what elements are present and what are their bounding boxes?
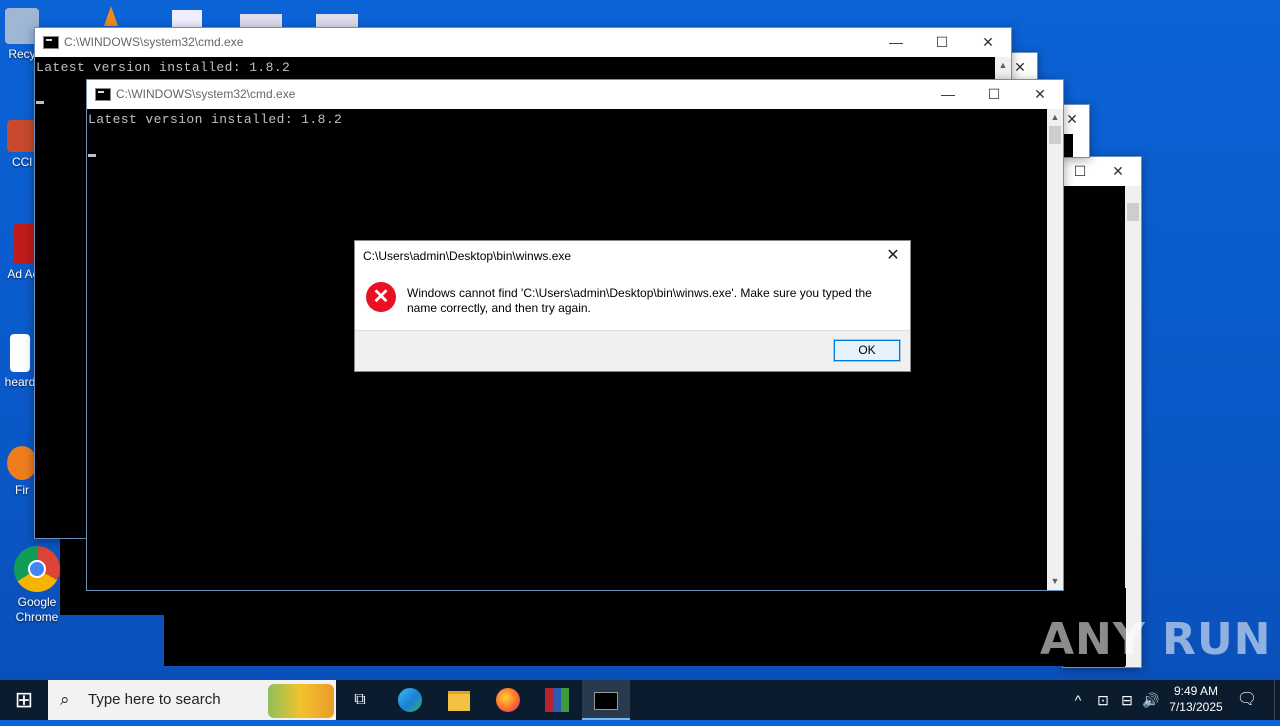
show-desktop-button[interactable] (1274, 680, 1280, 720)
ccleaner-icon (7, 120, 37, 152)
desktop-icon-gear2[interactable] (316, 14, 358, 28)
desktop-icon-label: CCl (12, 155, 32, 169)
console-residual (164, 588, 1126, 666)
chrome-icon (14, 546, 60, 592)
desktop-icon-gear1[interactable] (240, 14, 282, 28)
show-hidden-icons-chevron-icon[interactable]: ^ (1068, 680, 1088, 720)
ok-button[interactable]: OK (833, 339, 901, 362)
cmd-icon (43, 36, 59, 49)
dialog-footer: OK (355, 330, 910, 371)
task-view-icon[interactable]: ⧉ (338, 680, 382, 720)
cmd-window-back-2[interactable]: ✕ (1062, 104, 1090, 158)
title-bar: ☐ ✕ (1063, 157, 1141, 186)
error-icon: ✕ (366, 282, 396, 312)
taskbar: ⊞ ⌕ Type here to search ⧉ ^ ⊡ ⊟ 🔊 9:49 A… (0, 680, 1280, 720)
title-bar: ✕ (1011, 53, 1037, 82)
error-dialog[interactable]: C:\Users\admin\Desktop\bin\winws.exe ✕ ✕… (354, 240, 911, 372)
desktop-icon-doc[interactable] (172, 10, 202, 28)
console-area[interactable] (1063, 134, 1073, 157)
device-icon[interactable]: ⊡ (1092, 680, 1114, 720)
text-cursor (88, 154, 96, 157)
scroll-down-arrow-icon[interactable]: ▼ (1047, 573, 1063, 590)
vertical-scrollbar[interactable] (1125, 186, 1141, 667)
title-bar: ✕ (1063, 105, 1089, 134)
clock-time: 9:49 AM (1173, 684, 1219, 698)
notifications-icon[interactable]: 🗨 (1234, 680, 1260, 720)
scrollbar-thumb[interactable] (1127, 203, 1139, 221)
edge-icon[interactable] (388, 680, 432, 720)
anyrun-watermark: ANY RUN (1040, 614, 1272, 665)
cmd-window-back-1[interactable]: ✕ (1010, 52, 1038, 82)
network-icon[interactable]: ⊟ (1116, 680, 1138, 720)
console-output: Latest version installed: 1.8.2 (36, 60, 291, 75)
winrar-icon[interactable] (535, 680, 579, 720)
maximize-button[interactable]: ☐ (971, 80, 1017, 109)
search-highlight-image (268, 684, 334, 718)
close-button[interactable]: ✕ (1095, 157, 1141, 186)
text-cursor (36, 101, 44, 104)
dialog-message: Windows cannot find 'C:\Users\admin\Desk… (407, 286, 872, 315)
title-bar: C:\WINDOWS\system32\cmd.exe — ☐ ✕ (87, 80, 1063, 109)
start-button[interactable]: ⊞ (0, 680, 48, 720)
volume-icon[interactable]: 🔊 (1140, 680, 1162, 720)
search-box[interactable]: ⌕ Type here to search (48, 680, 336, 720)
file-icon (10, 334, 30, 372)
cmd-icon (95, 88, 111, 101)
file-explorer-icon[interactable] (437, 680, 481, 720)
cmd-taskbar-icon[interactable] (582, 680, 630, 720)
console-output: Latest version installed: 1.8.2 (88, 112, 343, 127)
title-bar: C:\WINDOWS\system32\cmd.exe — ☐ ✕ (35, 28, 1011, 57)
close-button[interactable]: ✕ (965, 28, 1011, 57)
vertical-scrollbar[interactable]: ▲ ▼ (1047, 109, 1063, 590)
window-title: C:\WINDOWS\system32\cmd.exe (64, 35, 244, 49)
dialog-title: C:\Users\admin\Desktop\bin\winws.exe (363, 249, 572, 263)
scroll-up-arrow-icon[interactable]: ▲ (995, 57, 1011, 74)
dialog-close-button[interactable]: ✕ (880, 243, 906, 269)
desktop-icon-vlc[interactable] (104, 6, 118, 26)
firefox-icon (7, 446, 37, 480)
desktop-icon-label: Fir (15, 483, 29, 497)
window-title: C:\WINDOWS\system32\cmd.exe (116, 87, 296, 101)
close-button[interactable]: ✕ (1017, 80, 1063, 109)
desktop-icon-label: Google Chrome (15, 595, 59, 624)
scroll-up-arrow-icon[interactable]: ▲ (1047, 109, 1063, 126)
scrollbar-thumb[interactable] (1049, 126, 1061, 144)
maximize-button[interactable]: ☐ (919, 28, 965, 57)
minimize-button[interactable]: — (873, 28, 919, 57)
firefox-icon[interactable] (486, 680, 530, 720)
system-clock[interactable]: 9:49 AM 7/13/2025 (1164, 683, 1228, 715)
clock-date: 7/13/2025 (1169, 700, 1223, 714)
search-placeholder: Type here to search (88, 691, 221, 708)
desktop-icon-label: Recy (8, 47, 36, 61)
desktop-icon-label: heard (4, 375, 36, 389)
minimize-button[interactable]: — (925, 80, 971, 109)
search-icon: ⌕ (60, 690, 70, 709)
